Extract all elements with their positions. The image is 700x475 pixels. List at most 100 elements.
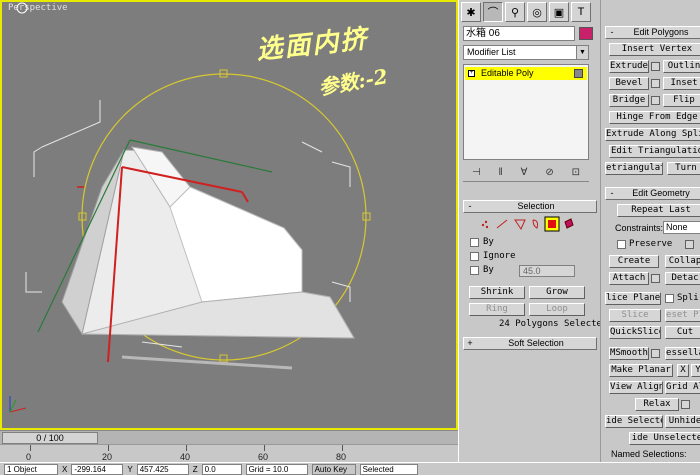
- edit-polygons-rollout: - Edit Polygons Insert Vertex Extrude Out…: [605, 26, 700, 176]
- selection-rollout-header[interactable]: - Selection: [463, 200, 597, 213]
- ignore-backfacing-checkbox[interactable]: [470, 252, 479, 261]
- attach-list-icon[interactable]: [651, 274, 660, 283]
- msmooth-settings-icon[interactable]: [651, 349, 660, 358]
- create-button[interactable]: Create: [609, 255, 659, 268]
- stack-toggle-icon[interactable]: [574, 69, 583, 78]
- bridge-button[interactable]: Bridge: [609, 94, 649, 107]
- preserve-uvs-checkbox[interactable]: [617, 240, 626, 249]
- expand-icon[interactable]: +: [468, 70, 475, 77]
- attach-button[interactable]: Attach: [609, 272, 649, 285]
- msmooth-button[interactable]: MSmooth: [609, 347, 649, 360]
- reset-plane-button[interactable]: eset Pl: [665, 309, 700, 322]
- object-color-swatch[interactable]: [579, 27, 593, 40]
- modify-tab[interactable]: ⌒: [483, 2, 503, 22]
- element-level-icon: [564, 218, 574, 229]
- edit-geometry-header[interactable]: - Edit Geometry: [605, 187, 700, 200]
- show-end-result-icon[interactable]: ǁ: [499, 167, 503, 178]
- view-align-button[interactable]: View Align: [609, 381, 663, 394]
- frame-ruler[interactable]: 0 20 40 60 80: [0, 444, 458, 462]
- constraints-select[interactable]: None: [663, 221, 700, 234]
- planar-x-button[interactable]: X: [677, 364, 689, 377]
- slice-button[interactable]: Slice: [609, 309, 661, 322]
- x-coordinate[interactable]: -299.164: [71, 463, 124, 475]
- object-name-row: 水箱 06: [463, 26, 599, 41]
- viewport-scene[interactable]: [2, 2, 456, 428]
- y-label: Y: [127, 464, 133, 474]
- time-slider[interactable]: 0 / 100: [2, 432, 98, 444]
- relax-settings-icon[interactable]: [681, 400, 690, 409]
- editable-poly-object[interactable]: [37, 139, 355, 370]
- split-checkbox[interactable]: [665, 294, 674, 303]
- loop-button[interactable]: Loop: [529, 303, 585, 316]
- bevel-settings-icon[interactable]: [651, 79, 660, 88]
- turn-button[interactable]: Turn: [667, 162, 700, 175]
- right-rollout-panel: - Edit Polygons Insert Vertex Extrude Out…: [600, 0, 700, 462]
- grow-button[interactable]: Grow: [529, 286, 585, 299]
- outline-button[interactable]: Outlin: [663, 60, 700, 73]
- insert-vertex-button[interactable]: Insert Vertex: [609, 43, 700, 56]
- motion-icon: ◎: [532, 6, 542, 19]
- ring-button[interactable]: Ring: [469, 303, 525, 316]
- flip-button[interactable]: Flip: [663, 94, 700, 107]
- planar-y-button[interactable]: Y: [691, 364, 700, 377]
- quickslice-button[interactable]: QuickSlice: [609, 326, 661, 339]
- relax-button[interactable]: Relax: [635, 398, 679, 411]
- repeat-last-button[interactable]: Repeat Last: [617, 204, 700, 217]
- bridge-settings-icon[interactable]: [651, 96, 660, 105]
- angle-spinner[interactable]: 45.0: [519, 265, 575, 277]
- preserve-settings-icon[interactable]: [685, 240, 694, 249]
- edit-polygons-header[interactable]: - Edit Polygons: [605, 26, 700, 39]
- z-coordinate[interactable]: 0.0: [201, 463, 242, 475]
- utilities-icon: T: [577, 6, 585, 18]
- detach-button[interactable]: Detac: [665, 272, 700, 285]
- viewcube-icon[interactable]: [16, 2, 28, 14]
- perspective-viewport[interactable]: Perspective 选面内挤 参数:-2: [0, 0, 458, 430]
- modifier-list-dropdown[interactable]: Modifier List ▼: [463, 45, 589, 60]
- hide-selected-button[interactable]: ide Selecte: [605, 415, 663, 428]
- create-tab[interactable]: ✱: [461, 2, 481, 22]
- by-angle-checkbox[interactable]: [470, 266, 479, 275]
- extrude-settings-icon[interactable]: [651, 62, 660, 71]
- stack-item-editable-poly[interactable]: + Editable Poly: [465, 67, 587, 80]
- command-panel: ✱ ⌒ ⚲ ◎ ▣ T 水箱 06 Modifier List ▼ + Edit…: [458, 0, 607, 462]
- hide-unselected-button[interactable]: ide Unselecte: [629, 432, 700, 445]
- polygon-shape-icon: [532, 219, 538, 229]
- key-filter-select[interactable]: Selected: [359, 463, 418, 475]
- y-coordinate[interactable]: 457.425: [136, 463, 189, 475]
- tick-label-40: 40: [180, 452, 191, 462]
- tessellate-button[interactable]: essella: [665, 347, 700, 360]
- collapse-button[interactable]: Collap: [665, 255, 700, 268]
- edit-triangulation-button[interactable]: Edit Triangulatio: [609, 145, 700, 158]
- remove-modifier-icon[interactable]: ⊘: [545, 167, 553, 178]
- by-vertex-checkbox[interactable]: [470, 238, 479, 247]
- make-unique-icon[interactable]: ∀: [521, 167, 528, 178]
- hierarchy-tab[interactable]: ⚲: [505, 2, 525, 22]
- extrude-along-spline-button[interactable]: Extrude Along Splin: [605, 128, 700, 141]
- max-ui-root: Perspective 选面内挤 参数:-2 0 / 100 0 20 40 6…: [0, 0, 700, 475]
- bevel-button[interactable]: Bevel: [609, 77, 649, 90]
- display-tab[interactable]: ▣: [549, 2, 569, 22]
- border-level-icon: [514, 219, 526, 231]
- object-name-input[interactable]: 水箱 06: [463, 26, 575, 41]
- tick-0: [30, 445, 31, 451]
- retriangulate-button[interactable]: etriangulat: [605, 162, 663, 175]
- motion-tab[interactable]: ◎: [527, 2, 547, 22]
- extrude-button[interactable]: Extrude: [609, 60, 649, 73]
- modifier-stack[interactable]: + Editable Poly: [463, 64, 589, 160]
- slice-plane-button[interactable]: lice Plane: [605, 292, 661, 305]
- gizmo-handle-bottom[interactable]: [219, 354, 228, 363]
- shrink-button[interactable]: Shrink: [469, 286, 525, 299]
- hinge-from-edge-button[interactable]: Hinge From Edge: [609, 111, 700, 124]
- make-planar-button[interactable]: Make Planar: [609, 364, 673, 377]
- auto-key-button[interactable]: Auto Key: [311, 463, 356, 475]
- ignore-backfacing-label: Ignore: [483, 251, 516, 261]
- by-vertex-label: By: [483, 237, 494, 247]
- unhide-all-button[interactable]: Unhide: [665, 415, 700, 428]
- inset-button[interactable]: Inset: [663, 77, 700, 90]
- configure-sets-icon[interactable]: ⊡: [572, 167, 580, 178]
- pin-stack-icon[interactable]: ⊣: [472, 167, 481, 178]
- cut-button[interactable]: Cut: [665, 326, 700, 339]
- grid-align-button[interactable]: Grid Al: [665, 381, 700, 394]
- soft-selection-rollout-header[interactable]: + Soft Selection: [463, 337, 597, 350]
- utilities-tab[interactable]: T: [571, 2, 591, 22]
